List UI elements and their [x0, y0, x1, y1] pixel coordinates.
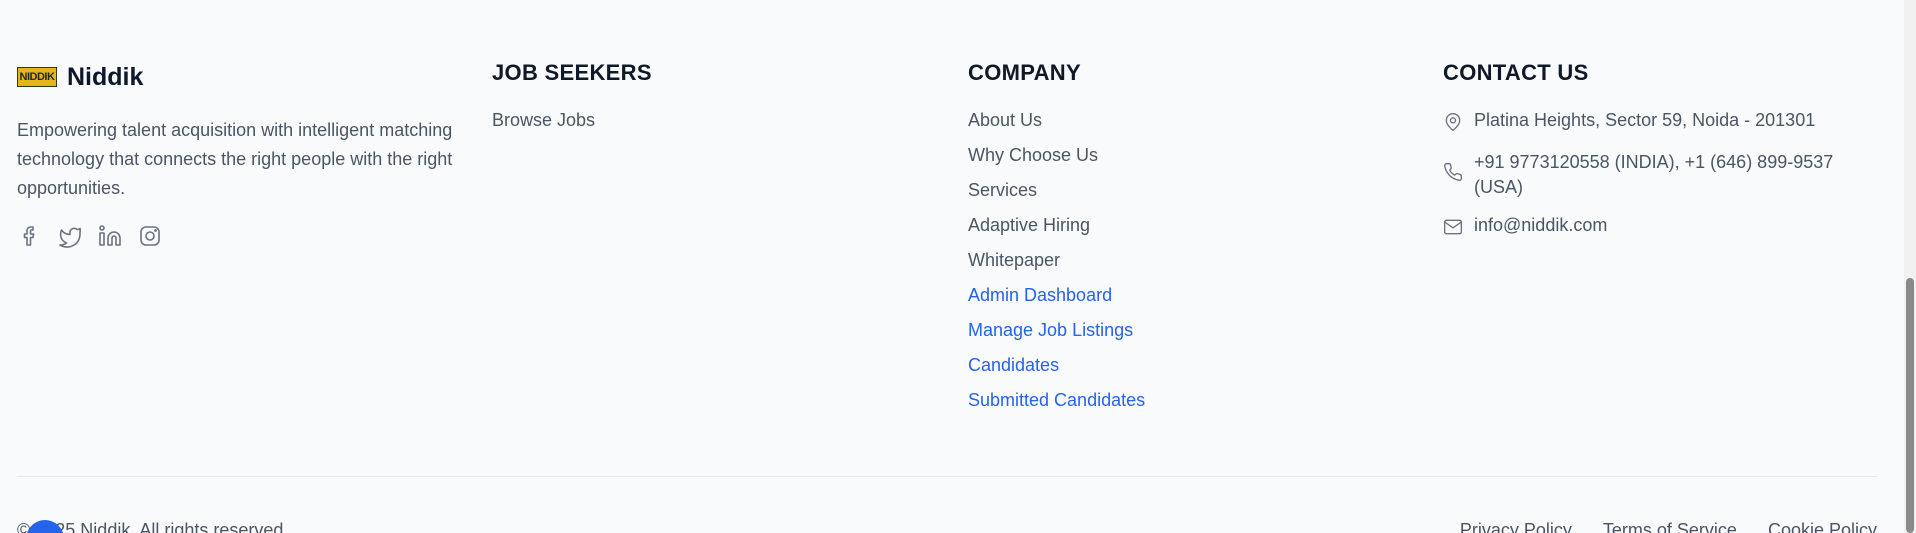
contact-heading: CONTACT US	[1443, 60, 1589, 85]
address-text: Platina Heights, Sector 59, Noida - 2013…	[1474, 110, 1816, 130]
footer-link-admin-dashboard[interactable]: Admin Dashboard	[968, 285, 1388, 320]
footer-link-adaptive-hiring[interactable]: Adaptive Hiring	[968, 215, 1388, 250]
footer-divider	[17, 476, 1877, 477]
brand[interactable]: NIDDIK Niddik	[17, 60, 457, 94]
linkedin-icon[interactable]	[97, 223, 123, 249]
niddik-logo: NIDDIK	[17, 67, 57, 87]
twitter-icon[interactable]	[57, 223, 83, 249]
brand-tagline: Empowering talent acquisition with intel…	[17, 120, 453, 198]
scrollbar[interactable]	[1904, 0, 1916, 533]
job-seekers-links: Browse Jobs	[492, 110, 912, 145]
privacy-policy-link[interactable]: Privacy Policy	[1460, 520, 1572, 533]
mail-icon	[1443, 217, 1463, 237]
instagram-icon[interactable]	[137, 223, 163, 249]
contact-email[interactable]: info@niddik.com	[1443, 215, 1883, 245]
contact-column: CONTACT US Platina Heights, Sector 59, N…	[1443, 60, 1883, 245]
footer-link-about-us[interactable]: About Us	[968, 110, 1388, 145]
footer-link-submitted-candidates[interactable]: Submitted Candidates	[968, 390, 1388, 425]
contact-phone: +91 9773120558 (INDIA), +1 (646) 899-953…	[1443, 150, 1883, 215]
contact-address: Platina Heights, Sector 59, Noida - 2013…	[1443, 110, 1883, 150]
footer-link-candidates[interactable]: Candidates	[968, 355, 1388, 390]
phone-line-2: (USA)	[1474, 177, 1523, 197]
email-text[interactable]: info@niddik.com	[1474, 215, 1607, 236]
company-heading: COMPANY	[968, 60, 1081, 85]
contact-list: Platina Heights, Sector 59, Noida - 2013…	[1443, 110, 1883, 245]
footer-link-why-choose-us[interactable]: Why Choose Us	[968, 145, 1388, 180]
company-links: About Us Why Choose Us Services Adaptive…	[968, 110, 1388, 425]
company-column: COMPANY About Us Why Choose Us Services …	[968, 60, 1388, 425]
footer-link-manage-job-listings[interactable]: Manage Job Listings	[968, 320, 1388, 355]
brand-column: NIDDIK Niddik Empowering talent acquisit…	[17, 60, 457, 249]
map-pin-icon	[1443, 112, 1463, 132]
facebook-icon[interactable]	[17, 223, 43, 249]
terms-of-service-link[interactable]: Terms of Service	[1603, 520, 1737, 533]
footer-link-whitepaper[interactable]: Whitepaper	[968, 250, 1388, 285]
phone-icon	[1443, 162, 1463, 182]
phone-text: +91 9773120558 (INDIA), +1 (646) 899-953…	[1474, 150, 1833, 200]
brand-name: Niddik	[67, 62, 144, 91]
cookie-policy-link[interactable]: Cookie Policy	[1768, 520, 1877, 533]
site-footer: NIDDIK Niddik Empowering talent acquisit…	[0, 0, 1916, 533]
phone-line-1: +91 9773120558 (INDIA), +1 (646) 899-953…	[1474, 152, 1834, 172]
job-seekers-heading: JOB SEEKERS	[492, 60, 652, 85]
scrollbar-thumb[interactable]	[1906, 278, 1914, 533]
footer-link-browse-jobs[interactable]: Browse Jobs	[492, 110, 912, 145]
footer-link-services[interactable]: Services	[968, 180, 1388, 215]
social-links	[17, 223, 457, 249]
legal-links: Privacy Policy Terms of Service Cookie P…	[1460, 520, 1877, 533]
job-seekers-column: JOB SEEKERS Browse Jobs	[492, 60, 912, 145]
logo-text: NIDDIK	[19, 71, 55, 83]
